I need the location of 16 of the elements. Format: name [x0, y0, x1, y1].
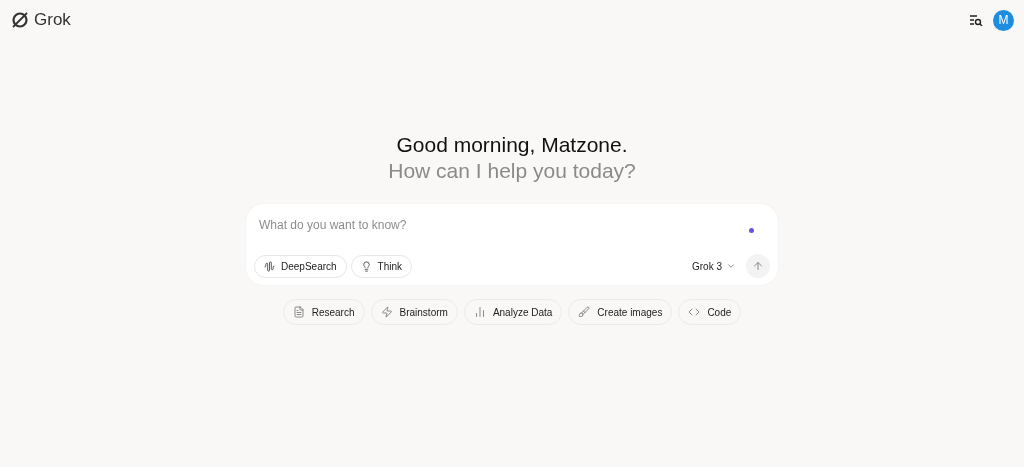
lightbulb-icon	[360, 260, 372, 272]
model-selector[interactable]: Grok 3	[692, 258, 736, 274]
arrow-up-icon	[752, 260, 764, 272]
greeting-title: Good morning, Matzone.	[396, 132, 628, 158]
lightning-icon	[380, 306, 393, 318]
document-icon	[292, 306, 305, 318]
user-avatar[interactable]: M	[993, 9, 1014, 31]
prompt-input[interactable]: What do you want to know?	[259, 216, 749, 234]
brush-icon	[578, 306, 591, 318]
logo-icon	[10, 10, 30, 30]
bar-chart-icon	[473, 306, 486, 318]
history-search-icon[interactable]	[969, 14, 983, 26]
code-brackets-icon	[688, 306, 701, 318]
chevron-down-icon	[726, 261, 736, 271]
greeting-subtitle: How can I help you today?	[388, 158, 636, 184]
logo-text: Grok	[34, 9, 71, 32]
